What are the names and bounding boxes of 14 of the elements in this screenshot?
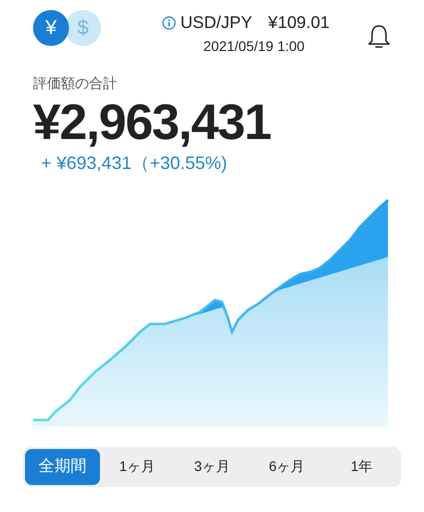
currency-pair: USD/JPY: [180, 12, 252, 34]
period-tab[interactable]: 1年: [324, 448, 399, 484]
bell-icon[interactable]: [367, 24, 391, 50]
currency-toggle[interactable]: ¥: [33, 10, 69, 46]
total-label: 評価額の合計: [33, 74, 117, 92]
exchange-rate: ¥109.01: [268, 12, 330, 34]
period-tab[interactable]: 3ヶ月: [174, 448, 250, 484]
period-tab[interactable]: 6ヶ月: [249, 448, 324, 484]
rate-timestamp: 2021/05/19 1:00: [203, 36, 305, 56]
info-icon[interactable]: [162, 16, 176, 30]
total-value: ¥2,963,431: [33, 94, 271, 150]
period-tab[interactable]: 1ヶ月: [100, 448, 175, 484]
total-change: + ¥693,431（+30.55%): [41, 152, 228, 175]
period-tab[interactable]: 全期間: [25, 448, 100, 484]
